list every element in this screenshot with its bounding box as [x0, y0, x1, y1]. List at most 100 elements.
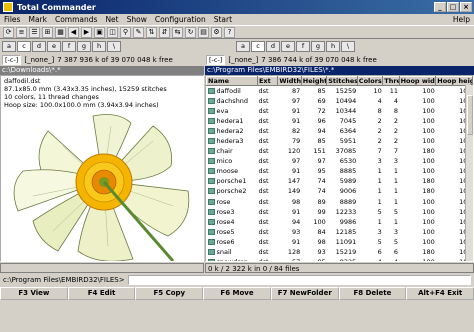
thumbnail-icon[interactable]: ▦	[55, 26, 66, 38]
value-cell: 100	[422, 126, 435, 135]
menu-help[interactable]: Help	[449, 15, 474, 24]
right-path-bar[interactable]: c:\Program Files\EMBIRD32\FILES\*.*	[205, 66, 474, 75]
drive-d-button[interactable]: d	[32, 41, 46, 52]
ftp-icon[interactable]: ⇅	[146, 26, 157, 38]
col-stitches[interactable]: Stitches	[326, 76, 358, 86]
table-row[interactable]: micodst9797653033100100	[207, 156, 473, 166]
table-row[interactable]: evadst91721034488100100	[207, 106, 473, 116]
drive-a-button[interactable]: a	[2, 41, 16, 52]
menu-show[interactable]: Show	[123, 15, 151, 24]
left-panel[interactable]: daffodil.dst 87.1x85.0 mm (3.43x3.35 inc…	[0, 75, 204, 262]
right-scrollbar[interactable]	[465, 85, 473, 261]
menu-net[interactable]: Net	[101, 15, 122, 24]
col-width[interactable]: Width	[277, 76, 302, 86]
table-row[interactable]: porsche2dst14974900611180100	[207, 186, 473, 196]
left-path-bar[interactable]: c:\Downloads\*.*	[0, 66, 204, 75]
file-name: rose3	[216, 207, 235, 216]
value-cell: 98	[291, 197, 301, 206]
back-icon[interactable]: ◀	[68, 26, 79, 38]
col-name[interactable]: Name	[206, 76, 258, 86]
value-cell: 89	[317, 197, 326, 206]
compare-icon[interactable]: ⇆	[172, 26, 183, 38]
help-icon[interactable]: ?	[224, 26, 235, 38]
full-view-icon[interactable]: ☰	[29, 26, 40, 38]
forward-icon[interactable]: ▶	[81, 26, 92, 38]
table-row[interactable]: dachshnddst97691049444100100	[207, 96, 473, 106]
file-name: rose4	[216, 217, 235, 226]
drive-c-button[interactable]: c	[17, 41, 31, 52]
f3-view-button[interactable]: F3 View	[0, 287, 68, 300]
value-cell: 5	[377, 207, 382, 216]
find-icon[interactable]: ⚲	[120, 26, 131, 38]
value-cell: 1	[377, 167, 382, 176]
value-cell: 5	[393, 207, 399, 216]
col-threads[interactable]: Thre	[382, 76, 400, 86]
maximize-button[interactable]: □	[447, 2, 459, 12]
tree-icon[interactable]: ⊞	[42, 26, 53, 38]
table-row[interactable]: chairdst1201513708577180100	[207, 146, 473, 156]
drive-c-button[interactable]: c	[251, 41, 265, 52]
table-row[interactable]: rose6dst91981109155100100	[207, 237, 473, 247]
drive-a-button[interactable]: a	[236, 41, 250, 52]
drive-e-button[interactable]: e	[47, 41, 61, 52]
sync-icon[interactable]: ↻	[185, 26, 196, 38]
drive-g-button[interactable]: g	[311, 41, 325, 52]
col-hoop-width[interactable]: Hoop width	[398, 76, 437, 86]
close-button[interactable]: ×	[460, 2, 472, 12]
rename-icon[interactable]: ✎	[133, 26, 144, 38]
value-cell: 100	[422, 167, 435, 176]
brief-view-icon[interactable]: ≡	[16, 26, 27, 38]
table-row[interactable]: hedera3dst7985595122100100	[207, 136, 473, 146]
left-drive-combo[interactable]: [-c-]	[2, 54, 22, 65]
table-row[interactable]: hedera2dst8294636422100100	[207, 126, 473, 136]
f6-move-button[interactable]: F6 Move	[203, 287, 271, 300]
drive-h-button[interactable]: h	[326, 41, 340, 52]
table-row[interactable]: porsche1dst14774598911180100	[207, 176, 473, 186]
ftp-disconnect-icon[interactable]: ⇵	[159, 26, 170, 38]
drive-f-button[interactable]: f	[296, 41, 310, 52]
network-button[interactable]: \	[107, 41, 121, 52]
menu-commands[interactable]: Commands	[51, 15, 101, 24]
f8-delete-button[interactable]: F8 Delete	[338, 287, 407, 300]
menu-configuration[interactable]: Configuration	[151, 15, 210, 24]
settings-icon[interactable]: ⚙	[211, 26, 222, 38]
minimize-button[interactable]: _	[434, 2, 446, 12]
file-ext-cell: dst	[258, 248, 269, 257]
table-row[interactable]: rose4dst94100998611100100	[207, 217, 473, 227]
drive-f-button[interactable]: f	[62, 41, 76, 52]
notepad-icon[interactable]: ▤	[198, 26, 209, 38]
unpack-icon[interactable]: ◫	[107, 26, 118, 38]
pack-icon[interactable]: ▣	[94, 26, 105, 38]
drive-g-button[interactable]: g	[77, 41, 91, 52]
col-colors[interactable]: Colors	[356, 76, 384, 86]
file-name: porsche1	[216, 177, 247, 186]
table-row[interactable]: rose3dst91991223355100100	[207, 207, 473, 217]
drive-d-button[interactable]: d	[266, 41, 280, 52]
table-row[interactable]: hedera1dst9196704522100100	[207, 116, 473, 126]
table-row[interactable]: rose5dst93841218533100100	[207, 227, 473, 237]
menu-start[interactable]: Start	[210, 15, 236, 24]
col-height[interactable]: Height	[300, 76, 328, 86]
drive-e-button[interactable]: e	[281, 41, 295, 52]
network-button[interactable]: \	[341, 41, 355, 52]
scrollbar-thumb[interactable]	[467, 95, 473, 135]
table-row[interactable]: snowdropdst5795822544100100	[207, 257, 473, 261]
table-row[interactable]: snaildst128931521966180100	[207, 247, 473, 257]
table-row[interactable]: moosedst9195888511100100	[207, 166, 473, 176]
file-name: eva	[216, 106, 229, 115]
table-row[interactable]: rosedst9889888911100100	[207, 197, 473, 207]
table-row[interactable]: daffodildst8785152591011100100	[207, 86, 473, 96]
f4-edit-button[interactable]: F4 Edit	[67, 287, 136, 300]
drive-h-button[interactable]: h	[92, 41, 106, 52]
right-panel[interactable]: Name Ext Width Height Stitches Colors Th…	[205, 75, 474, 262]
menu-mark[interactable]: Mark	[24, 15, 51, 24]
alt-f4-exit-button[interactable]: Alt+F4 Exit	[406, 287, 474, 300]
f5-copy-button[interactable]: F5 Copy	[135, 287, 204, 300]
refresh-icon[interactable]: ⟳	[3, 26, 14, 38]
right-drive-combo[interactable]: [-c-]	[206, 54, 226, 65]
value-cell: 100	[422, 217, 435, 226]
f7-newfolder-button[interactable]: F7 NewFolder	[270, 287, 339, 300]
col-ext[interactable]: Ext	[256, 76, 279, 86]
command-input[interactable]	[127, 275, 471, 285]
menu-files[interactable]: Files	[0, 15, 24, 24]
